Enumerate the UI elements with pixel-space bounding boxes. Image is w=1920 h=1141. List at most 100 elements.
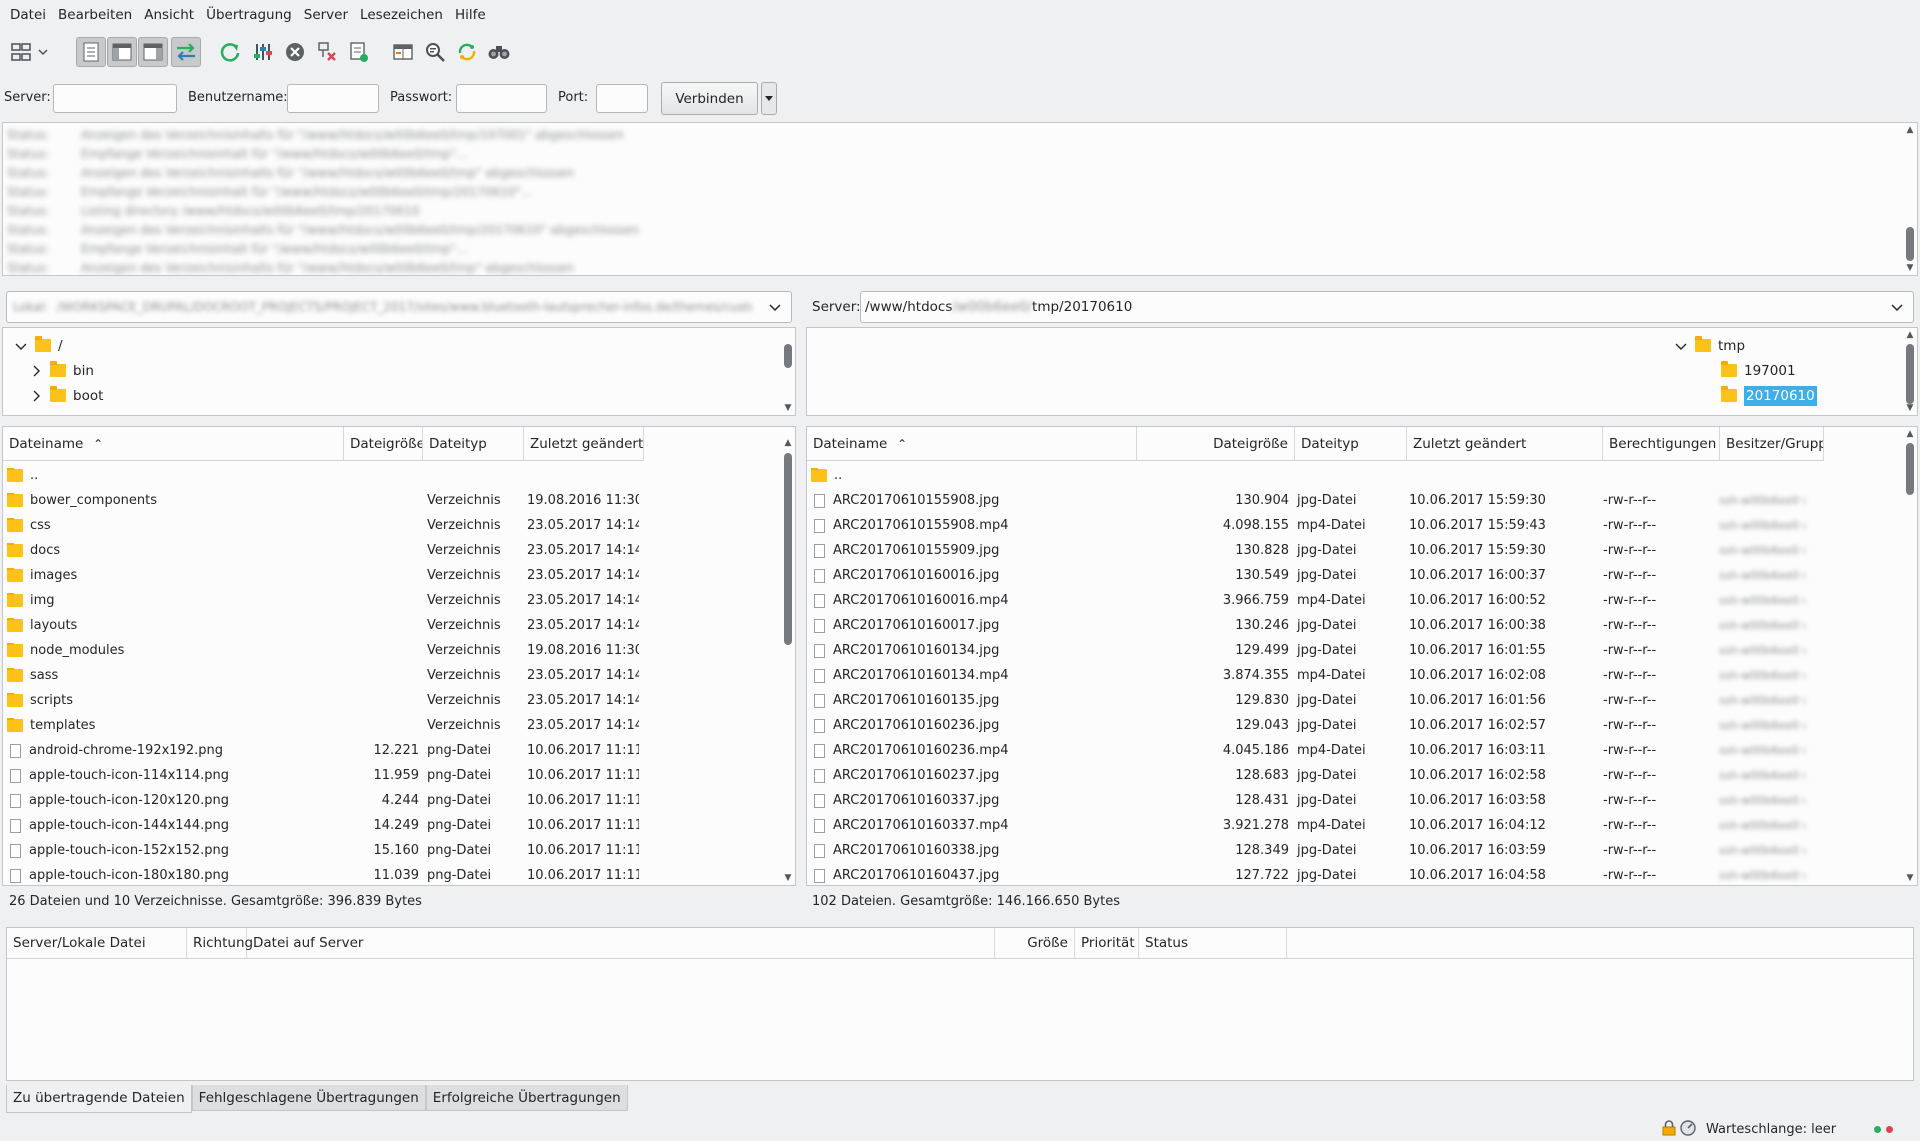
menu-0[interactable]: Datei bbox=[4, 0, 52, 30]
username-input[interactable] bbox=[287, 84, 379, 113]
column-header[interactable]: Dateiname ⌃ bbox=[807, 427, 1137, 461]
remote-tree-toggle-icon[interactable] bbox=[138, 37, 168, 67]
table-row[interactable]: apple-touch-icon-114x114.png 11.959 png-Da… bbox=[3, 763, 639, 788]
table-row[interactable]: ARC20170610160135.jpg 129.830 jpg-Datei 10.… bbox=[807, 688, 1805, 713]
tree-item[interactable]: boot bbox=[30, 383, 103, 408]
remote-path-combobox[interactable]: /www/htdocs /w00b6ee0/ tmp/20170610 bbox=[860, 291, 1914, 323]
table-row[interactable]: .. bbox=[807, 463, 1805, 488]
directory-comparison-icon[interactable] bbox=[388, 37, 418, 67]
queue-column-header[interactable]: Server/Lokale Datei bbox=[7, 928, 187, 959]
table-row[interactable]: images Verzeichnis 23.05.2017 14:14:... bbox=[3, 563, 639, 588]
table-row[interactable]: apple-touch-icon-144x144.png 14.249 png-Da… bbox=[3, 813, 639, 838]
speed-limit-icon[interactable] bbox=[1680, 1120, 1696, 1136]
scrollbar-thumb[interactable] bbox=[1906, 443, 1914, 495]
column-header[interactable]: Dateigröße bbox=[344, 427, 423, 461]
table-row[interactable]: ARC20170610160236.jpg 129.043 jpg-Datei 10.… bbox=[807, 713, 1805, 738]
menu-6[interactable]: Hilfe bbox=[449, 0, 492, 30]
scrollbar-thumb[interactable] bbox=[1906, 227, 1914, 261]
queue-column-header[interactable]: Richtung bbox=[187, 928, 253, 959]
chevron-right-icon[interactable] bbox=[30, 390, 42, 402]
password-input[interactable] bbox=[456, 84, 547, 113]
chevron-right-icon[interactable] bbox=[30, 365, 42, 377]
server-input[interactable] bbox=[53, 84, 177, 113]
table-row[interactable]: img Verzeichnis 23.05.2017 14:14:... bbox=[3, 588, 639, 613]
table-row[interactable]: sass Verzeichnis 23.05.2017 14:14:... bbox=[3, 663, 639, 688]
scroll-down-icon[interactable]: ▼ bbox=[1903, 262, 1917, 274]
process-queue-icon[interactable] bbox=[248, 37, 278, 67]
chevron-down-icon[interactable] bbox=[1675, 340, 1687, 352]
tree-item[interactable]: tmp bbox=[1675, 333, 1745, 358]
tree-item[interactable]: 197001 bbox=[1701, 358, 1796, 383]
table-row[interactable]: apple-touch-icon-152x152.png 15.160 png-Da… bbox=[3, 838, 639, 863]
connect-button[interactable]: Verbinden bbox=[661, 82, 758, 115]
scrollbar-thumb[interactable] bbox=[784, 453, 792, 645]
message-log-toggle-icon[interactable] bbox=[76, 37, 106, 67]
table-row[interactable]: ARC20170610160237.jpg 128.683 jpg-Datei 10.… bbox=[807, 763, 1805, 788]
scrollbar-thumb[interactable] bbox=[1906, 344, 1914, 404]
site-manager-icon[interactable] bbox=[6, 37, 36, 67]
scroll-up-icon[interactable]: ▲ bbox=[1903, 329, 1917, 341]
queue-column-header[interactable]: Status bbox=[1139, 928, 1287, 959]
scroll-up-icon[interactable]: ▲ bbox=[1903, 124, 1917, 136]
scroll-up-icon[interactable]: ▲ bbox=[1903, 428, 1917, 440]
cancel-operation-icon[interactable] bbox=[280, 37, 310, 67]
scroll-down-icon[interactable]: ▼ bbox=[1903, 872, 1917, 884]
table-row[interactable]: ARC20170610160016.mp4 3.966.759 mp4-Datei 1… bbox=[807, 588, 1805, 613]
column-header[interactable]: Zuletzt geändert bbox=[1407, 427, 1603, 461]
tree-item[interactable]: / bbox=[15, 333, 63, 358]
scroll-up-icon[interactable]: ▲ bbox=[781, 437, 795, 449]
table-row[interactable]: docs Verzeichnis 23.05.2017 14:14:... bbox=[3, 538, 639, 563]
table-row[interactable]: apple-touch-icon-120x120.png 4.244 png-Dat… bbox=[3, 788, 639, 813]
column-header[interactable]: Dateiname ⌃ bbox=[3, 427, 344, 461]
table-row[interactable]: layouts Verzeichnis 23.05.2017 14:14:... bbox=[3, 613, 639, 638]
menu-2[interactable]: Ansicht bbox=[138, 0, 200, 30]
local-path-combobox[interactable]: Lokal: /WORKSPACE_DRUPAL/DOCROOT_PROJECT… bbox=[6, 291, 792, 323]
synchronized-browsing-icon[interactable] bbox=[452, 37, 482, 67]
filename-filter-icon[interactable] bbox=[420, 37, 450, 67]
column-header[interactable]: Berechtigungen bbox=[1603, 427, 1720, 461]
table-row[interactable]: android-chrome-192x192.png 12.221 png-Date… bbox=[3, 738, 639, 763]
table-row[interactable]: ARC20170610160437.jpg 127.722 jpg-Datei 10.… bbox=[807, 863, 1805, 885]
table-row[interactable]: .. bbox=[3, 463, 639, 488]
table-row[interactable]: ARC20170610155909.jpg 130.828 jpg-Datei 10.… bbox=[807, 538, 1805, 563]
tree-item[interactable]: 20170610 bbox=[1701, 383, 1817, 408]
tree-item[interactable]: bin bbox=[30, 358, 94, 383]
table-row[interactable]: ARC20170610160134.mp4 3.874.355 mp4-Datei 1… bbox=[807, 663, 1805, 688]
column-header[interactable]: Dateigröße bbox=[1137, 427, 1295, 461]
table-row[interactable]: scripts Verzeichnis 23.05.2017 14:14:... bbox=[3, 688, 639, 713]
refresh-icon[interactable] bbox=[215, 37, 245, 67]
tab-queue-0[interactable]: Zu übertragende Dateien bbox=[6, 1085, 192, 1113]
tab-queue-2[interactable]: Erfolgreiche Übertragungen bbox=[425, 1085, 628, 1111]
log-scrollbar[interactable]: ▲ ▼ bbox=[1903, 123, 1917, 275]
menu-1[interactable]: Bearbeiten bbox=[52, 0, 138, 30]
chevron-down-icon[interactable] bbox=[15, 340, 27, 352]
scroll-down-icon[interactable]: ▼ bbox=[1903, 402, 1917, 414]
menu-4[interactable]: Server bbox=[298, 0, 354, 30]
local-list-scrollbar[interactable]: ▲ ▼ bbox=[781, 427, 795, 885]
scroll-down-icon[interactable]: ▼ bbox=[781, 402, 795, 414]
queue-column-header[interactable]: Priorität bbox=[1075, 928, 1139, 959]
local-tree-toggle-icon[interactable] bbox=[107, 37, 137, 67]
table-row[interactable]: ARC20170610160337.mp4 3.921.278 mp4-Datei 1… bbox=[807, 813, 1805, 838]
menu-3[interactable]: Übertragung bbox=[200, 0, 298, 30]
scrollbar-thumb[interactable] bbox=[784, 344, 792, 368]
table-row[interactable]: ARC20170610160017.jpg 130.246 jpg-Datei 10.… bbox=[807, 613, 1805, 638]
queue-column-header[interactable]: Größe bbox=[995, 928, 1075, 959]
column-header[interactable]: Dateityp bbox=[423, 427, 524, 461]
table-row[interactable]: css Verzeichnis 23.05.2017 14:14:... bbox=[3, 513, 639, 538]
column-header[interactable]: Besitzer/Gruppe bbox=[1720, 427, 1824, 461]
local-tree-scrollbar[interactable]: ▼ bbox=[781, 328, 795, 415]
table-row[interactable]: ARC20170610155908.jpg 130.904 jpg-Datei 10.… bbox=[807, 488, 1805, 513]
remote-list-scrollbar[interactable]: ▲ ▼ bbox=[1903, 427, 1917, 885]
table-row[interactable]: ARC20170610160236.mp4 4.045.186 mp4-Datei 1… bbox=[807, 738, 1805, 763]
table-row[interactable]: bower_components Verzeichnis 19.08.2016 11… bbox=[3, 488, 639, 513]
column-header[interactable]: Dateityp bbox=[1295, 427, 1407, 461]
table-row[interactable]: templates Verzeichnis 23.05.2017 14:14:... bbox=[3, 713, 639, 738]
search-icon[interactable] bbox=[484, 37, 514, 67]
dropdown-arrow-icon[interactable] bbox=[34, 37, 52, 67]
port-input[interactable] bbox=[596, 84, 648, 113]
disconnect-icon[interactable] bbox=[312, 37, 342, 67]
table-row[interactable]: ARC20170610160134.jpg 129.499 jpg-Datei 10.… bbox=[807, 638, 1805, 663]
scroll-down-icon[interactable]: ▼ bbox=[781, 872, 795, 884]
table-row[interactable]: ARC20170610160337.jpg 128.431 jpg-Datei 10.… bbox=[807, 788, 1805, 813]
